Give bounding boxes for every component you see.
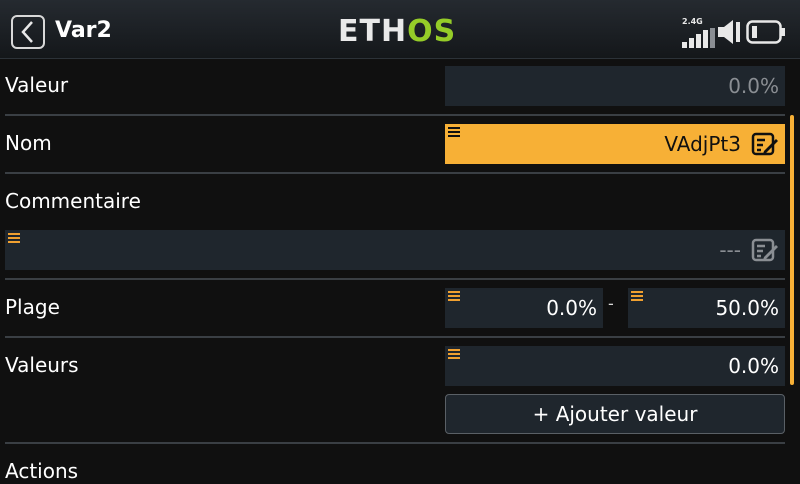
divider bbox=[5, 278, 785, 280]
valeur-label: Valeur bbox=[5, 73, 69, 97]
menu-marker-icon bbox=[448, 291, 460, 301]
range-separator: - bbox=[608, 294, 614, 313]
valeurs-value: 0.0% bbox=[728, 354, 779, 378]
logo-text-eth: ETH bbox=[338, 14, 408, 49]
menu-marker-icon bbox=[448, 349, 460, 359]
add-value-button[interactable]: + Ajouter valeur bbox=[445, 394, 785, 434]
nom-label: Nom bbox=[5, 131, 52, 155]
edit-icon[interactable] bbox=[751, 131, 779, 157]
speaker-icon bbox=[718, 20, 740, 44]
scrollbar[interactable] bbox=[790, 115, 794, 385]
edit-icon[interactable] bbox=[751, 237, 779, 263]
header-bar: Var2 ETHOS 2.4G bbox=[0, 0, 800, 59]
logo-text-os: OS bbox=[407, 14, 457, 49]
divider bbox=[5, 442, 785, 444]
actions-label: Actions bbox=[5, 459, 79, 483]
commentaire-value: --- bbox=[719, 238, 741, 262]
nom-field[interactable]: VAdjPt3 bbox=[445, 124, 785, 164]
nom-value: VAdjPt3 bbox=[664, 132, 741, 156]
menu-marker-icon bbox=[448, 127, 460, 137]
status-icons: 2.4G bbox=[680, 14, 790, 48]
valeurs-label: Valeurs bbox=[5, 353, 79, 377]
valeurs-field[interactable]: 0.0% bbox=[445, 346, 785, 386]
commentaire-label: Commentaire bbox=[5, 189, 141, 213]
signal-bars-icon bbox=[682, 28, 715, 48]
plage-min-value: 0.0% bbox=[546, 296, 597, 320]
plage-min-field[interactable]: 0.0% bbox=[445, 288, 603, 328]
valeur-field: 0.0% bbox=[445, 66, 785, 106]
chevron-left-icon bbox=[21, 21, 33, 43]
battery-icon bbox=[746, 20, 785, 44]
menu-marker-icon bbox=[631, 291, 643, 301]
page-title: Var2 bbox=[55, 18, 112, 43]
ethos-logo: ETHOS bbox=[338, 12, 456, 52]
divider bbox=[5, 114, 785, 116]
divider bbox=[5, 336, 785, 338]
back-button[interactable] bbox=[11, 15, 45, 49]
plage-label: Plage bbox=[5, 295, 60, 319]
menu-marker-icon bbox=[8, 233, 20, 243]
divider bbox=[5, 172, 785, 174]
commentaire-field[interactable]: --- bbox=[5, 230, 785, 270]
plage-max-value: 50.0% bbox=[715, 296, 779, 320]
signal-band-label: 2.4G bbox=[682, 17, 703, 26]
plage-max-field[interactable]: 50.0% bbox=[628, 288, 785, 328]
